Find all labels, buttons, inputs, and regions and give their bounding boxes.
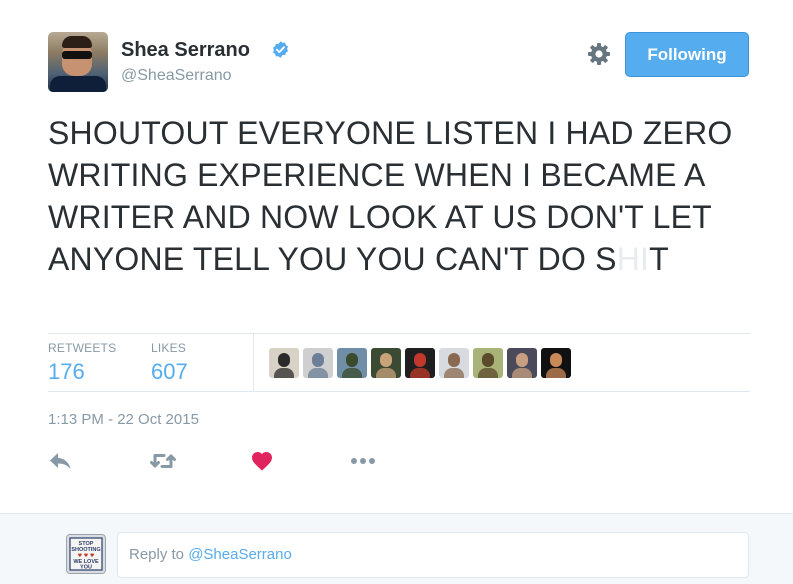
liker-avatar-body xyxy=(410,368,430,378)
following-button[interactable]: Following xyxy=(625,32,749,77)
retweet-icon xyxy=(150,454,176,468)
retweets-count: 176 xyxy=(48,359,85,384)
liker-avatar[interactable] xyxy=(405,348,435,378)
liker-avatar[interactable] xyxy=(473,348,503,378)
more-icon xyxy=(351,458,375,464)
liker-avatar-figure xyxy=(346,353,358,367)
retweet-button[interactable] xyxy=(149,448,177,474)
likes-label: LIKES xyxy=(151,341,187,355)
liker-avatar[interactable] xyxy=(371,348,401,378)
more-button[interactable] xyxy=(349,448,377,474)
heart-icon xyxy=(252,452,272,471)
liker-avatar-figure xyxy=(414,353,426,367)
author-handle[interactable]: @SheaSerrano xyxy=(121,67,232,85)
liker-avatar-body xyxy=(342,368,362,378)
author-avatar[interactable] xyxy=(48,32,108,92)
likes-count: 607 xyxy=(151,359,188,384)
liker-avatar[interactable] xyxy=(269,348,299,378)
stop-shooting-sign-image: STOP SHOOTING ♥ ♥ ♥ WE LOVE YOU xyxy=(67,535,105,573)
tweet-text-censored: HI xyxy=(616,241,650,277)
liker-avatar-figure xyxy=(482,353,494,367)
liker-avatar-body xyxy=(546,368,566,378)
liker-avatar-body xyxy=(512,368,532,378)
sign-line-5: YOU xyxy=(80,565,92,571)
like-button[interactable] xyxy=(248,448,276,474)
liker-avatar[interactable] xyxy=(303,348,333,378)
reply-button[interactable] xyxy=(47,448,75,474)
avatar-hair xyxy=(62,36,92,48)
reply-mention: @SheaSerrano xyxy=(188,546,292,563)
liker-avatar-figure xyxy=(550,353,562,367)
liker-avatar-figure xyxy=(278,353,290,367)
my-avatar[interactable]: STOP SHOOTING ♥ ♥ ♥ WE LOVE YOU xyxy=(66,534,106,574)
retweets-stat[interactable]: RETWEETS 176 xyxy=(48,341,116,385)
liker-avatar[interactable] xyxy=(507,348,537,378)
liker-avatar[interactable] xyxy=(541,348,571,378)
tweet-text-end: T xyxy=(649,241,669,277)
liker-avatar-figure xyxy=(312,353,324,367)
verified-badge-icon xyxy=(273,41,288,58)
liker-avatar[interactable] xyxy=(337,348,367,378)
gear-icon[interactable] xyxy=(587,42,611,66)
liker-avatar-body xyxy=(376,368,396,378)
liker-avatar-figure xyxy=(448,353,460,367)
liker-avatar-body xyxy=(308,368,328,378)
liker-avatar[interactable] xyxy=(439,348,469,378)
avatar-sunglasses xyxy=(62,51,92,59)
retweets-label: RETWEETS xyxy=(48,341,117,355)
liker-avatars xyxy=(269,348,571,378)
avatar-shirt xyxy=(50,76,106,92)
liker-avatar-body xyxy=(274,368,294,378)
likes-stat[interactable]: LIKES 607 xyxy=(151,341,188,385)
reply-prefix: Reply to xyxy=(129,546,189,563)
stats-divider-top xyxy=(48,333,750,334)
stats-divider-vertical xyxy=(253,334,254,391)
tweet-text: SHOUTOUT EVERYONE LISTEN I HAD ZERO WRIT… xyxy=(48,112,748,280)
author-name[interactable]: Shea Serrano xyxy=(121,39,250,62)
liker-avatar-body xyxy=(478,368,498,378)
liker-avatar-body xyxy=(444,368,464,378)
liker-avatar-figure xyxy=(516,353,528,367)
reply-icon xyxy=(50,453,71,469)
liker-avatar-figure xyxy=(380,353,392,367)
tweet-timestamp[interactable]: 1:13 PM - 22 Oct 2015 xyxy=(48,411,199,428)
stats-divider-bottom xyxy=(48,391,750,392)
reply-input[interactable]: Reply to @SheaSerrano xyxy=(117,532,749,578)
